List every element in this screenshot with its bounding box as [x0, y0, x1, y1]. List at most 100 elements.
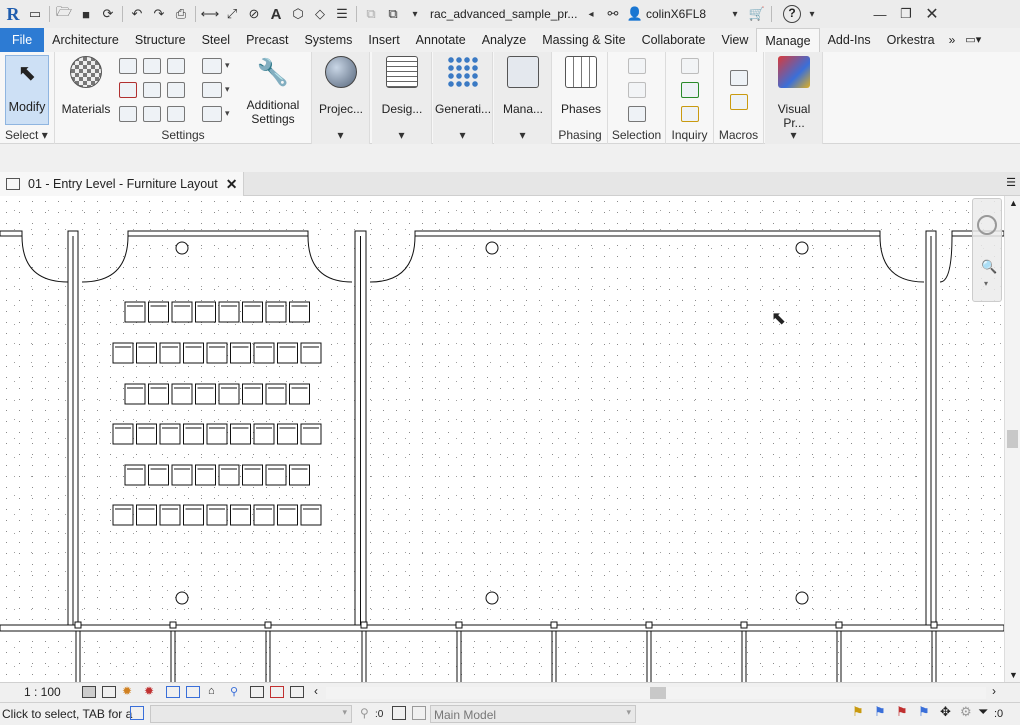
tag-icon[interactable]: ⊘: [243, 3, 265, 25]
edit-selection-icon[interactable]: [628, 106, 646, 122]
snaps-icon[interactable]: [143, 58, 161, 74]
select-by-id-icon[interactable]: [681, 82, 699, 98]
undo-icon[interactable]: ↶: [126, 3, 148, 25]
structural-settings-dropdown-icon[interactable]: ▾: [225, 60, 230, 71]
panel-schedule-dropdown-icon[interactable]: ▾: [225, 108, 230, 119]
ribbon-minimize-icon[interactable]: ▭▾: [961, 28, 985, 52]
materials-button[interactable]: Materials: [61, 56, 111, 116]
document-tab[interactable]: 01 - Entry Level - Furniture Layout ✕: [0, 172, 244, 196]
visual-programming-button[interactable]: Visual Pr...: [766, 56, 822, 130]
scroll-down-icon[interactable]: ▼: [1009, 670, 1018, 680]
visual-programming-dropdown-icon[interactable]: ▾: [765, 128, 822, 142]
measure-icon[interactable]: ⟷: [199, 3, 221, 25]
revit-logo[interactable]: R: [2, 3, 24, 25]
tab-annotate[interactable]: Annotate: [408, 28, 474, 52]
steering-wheel-icon[interactable]: [977, 215, 997, 235]
thin-lines-icon[interactable]: ☰: [331, 3, 353, 25]
drag-elements-icon[interactable]: ✥: [940, 704, 951, 720]
select-pinned-icon[interactable]: ⚑: [896, 704, 908, 720]
save-icon[interactable]: ■: [75, 3, 97, 25]
select-panel-label[interactable]: Select ▾: [0, 128, 54, 142]
new-document-icon[interactable]: ▭: [24, 3, 46, 25]
sync-icon[interactable]: ⟳: [97, 3, 119, 25]
print-icon[interactable]: ⎙: [170, 3, 192, 25]
redo-icon[interactable]: ↷: [148, 3, 170, 25]
restore-icon[interactable]: ❐: [895, 3, 917, 25]
drawing-canvas[interactable]: 🔍 ▾ ⬉: [0, 196, 1004, 682]
design-options-button[interactable]: Desig...: [376, 56, 428, 116]
user-name[interactable]: colinX6FL8: [646, 7, 724, 21]
design-option-icon[interactable]: [412, 706, 426, 720]
object-styles-icon[interactable]: [119, 58, 137, 74]
section-icon[interactable]: ◇: [309, 3, 331, 25]
3d-view-icon[interactable]: ⬡: [287, 3, 309, 25]
design-option-dropdown[interactable]: Main Model ▾: [430, 705, 636, 723]
select-by-face-icon[interactable]: ⚑: [918, 704, 930, 720]
project-units-icon[interactable]: [167, 106, 185, 122]
user-dropdown-icon[interactable]: ▾: [724, 3, 746, 25]
minimize-icon[interactable]: —: [869, 3, 891, 25]
project-information-icon[interactable]: [167, 58, 185, 74]
design-options-dropdown-icon[interactable]: ▾: [372, 128, 431, 142]
load-selection-icon[interactable]: [628, 82, 646, 98]
aligned-dimension-icon[interactable]: ⤢: [221, 3, 243, 25]
generative-design-button[interactable]: Generati...: [435, 56, 491, 116]
tab-precast[interactable]: Precast: [238, 28, 296, 52]
zoom-icon[interactable]: 🔍: [981, 259, 997, 275]
global-parameters-icon[interactable]: [167, 82, 185, 98]
text-icon[interactable]: A: [265, 3, 287, 25]
tab-view[interactable]: View: [714, 28, 757, 52]
shared-parameters-icon[interactable]: [143, 82, 161, 98]
tab-collaborate[interactable]: Collaborate: [634, 28, 714, 52]
open-folder-icon[interactable]: 🗁: [53, 3, 75, 25]
filter-icon[interactable]: ⏷: [978, 704, 988, 720]
tab-file[interactable]: File: [0, 28, 45, 52]
phases-button[interactable]: Phases: [556, 56, 606, 116]
reveal-hidden-icon[interactable]: [250, 686, 264, 698]
horizontal-scroll-thumb[interactable]: [650, 687, 666, 699]
visual-style-icon[interactable]: [102, 686, 116, 698]
qat-dropdown-icon[interactable]: ▾: [404, 3, 426, 25]
tab-massing-site[interactable]: Massing & Site: [534, 28, 633, 52]
design-options-status-icon[interactable]: [392, 706, 406, 720]
cart-icon[interactable]: 🛒: [746, 3, 768, 25]
tab-insert[interactable]: Insert: [360, 28, 407, 52]
scroll-up-icon[interactable]: ▲: [1009, 198, 1018, 208]
transfer-standards-icon[interactable]: [119, 106, 137, 122]
mep-settings-icon[interactable]: [202, 82, 222, 98]
workset-dropdown[interactable]: ▾: [150, 705, 352, 723]
unlock-3d-icon[interactable]: ⌂: [208, 685, 215, 697]
select-underlay-icon[interactable]: ⚑: [874, 704, 886, 720]
manage-project-button[interactable]: Mana...: [497, 56, 549, 116]
workset-icon[interactable]: [130, 706, 144, 720]
user-icon[interactable]: 👤: [624, 3, 646, 25]
more-tabs-icon[interactable]: »: [943, 28, 962, 52]
vertical-scrollbar[interactable]: ▲ ▼: [1004, 196, 1020, 682]
scroll-left-icon[interactable]: ‹: [314, 684, 318, 698]
mep-settings-dropdown-icon[interactable]: ▾: [225, 84, 230, 95]
show-crop-icon[interactable]: [186, 686, 200, 698]
help-dropdown-icon[interactable]: ▾: [801, 3, 823, 25]
crop-view-icon[interactable]: [166, 686, 180, 698]
project-location-button[interactable]: Projec...: [315, 56, 367, 116]
ids-of-selection-icon[interactable]: [681, 58, 699, 74]
analytical-model-icon[interactable]: [270, 686, 284, 698]
close-window-icon[interactable]: ✕: [921, 3, 943, 25]
switch-windows-icon[interactable]: ⧉: [382, 3, 404, 25]
temporary-hide-icon[interactable]: ⚲: [230, 685, 238, 698]
background-process-icon[interactable]: ⚙: [960, 704, 972, 720]
help-icon[interactable]: ?: [783, 5, 801, 23]
detail-level-icon[interactable]: [82, 686, 96, 698]
modify-button[interactable]: ⬉ Modify: [5, 55, 49, 125]
select-links-icon[interactable]: ⚑: [852, 704, 864, 720]
tab-add-ins[interactable]: Add-Ins: [820, 28, 879, 52]
view-scale[interactable]: 1 : 100: [24, 685, 61, 699]
close-tab-icon[interactable]: ✕: [226, 176, 238, 193]
project-parameters-icon[interactable]: [119, 82, 137, 98]
close-hidden-icon[interactable]: ⧉: [360, 3, 382, 25]
scroll-right-icon[interactable]: ›: [992, 684, 996, 698]
binoculars-icon[interactable]: ⚯: [602, 3, 624, 25]
structural-settings-icon[interactable]: [202, 58, 222, 74]
macro-security-icon[interactable]: [730, 94, 748, 110]
project-location-dropdown-icon[interactable]: ▾: [312, 128, 369, 142]
